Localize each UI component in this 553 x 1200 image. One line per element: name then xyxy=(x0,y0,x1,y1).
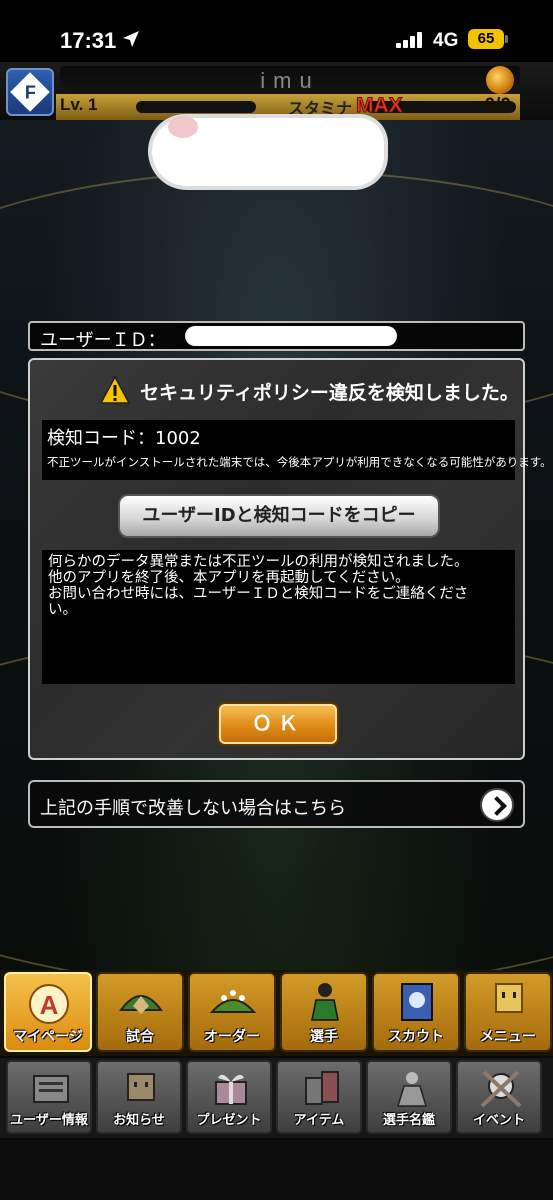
dialog-title: セキュリティポリシー違反を検知しました。 xyxy=(140,382,519,404)
chevron-right-icon[interactable] xyxy=(480,788,514,822)
submenu-directory[interactable]: 選手名鑑 xyxy=(366,1060,452,1134)
signal-icon xyxy=(396,32,426,48)
submenu-event[interactable]: イベント xyxy=(456,1060,542,1134)
battery-tip xyxy=(505,35,508,43)
user-info-icon xyxy=(33,1075,69,1103)
network-type: 4G xyxy=(433,30,459,51)
stadium-icon xyxy=(119,995,163,1014)
detection-code-box: 検知コード：1002 不正ツールがインストールされた端末では、今後本アプリが利用… xyxy=(42,420,552,480)
user-id-bar: ユーザーＩＤ： xyxy=(28,321,525,351)
max-label: MAX xyxy=(356,94,404,118)
coin-count: 0 xyxy=(530,73,553,95)
order-icon xyxy=(210,990,256,1013)
svg-text:A: A xyxy=(40,990,59,1020)
menu-icon xyxy=(495,983,523,1013)
warning-icon xyxy=(100,376,130,404)
menu-menu[interactable]: メニュー xyxy=(464,972,552,1052)
coin-icon xyxy=(486,66,514,94)
menu-order[interactable]: オーダー xyxy=(188,972,276,1052)
detection-code: 検知コード：1002 xyxy=(47,428,201,449)
submenu-present[interactable]: プレゼント xyxy=(186,1060,272,1134)
submenu-notice[interactable]: お知らせ xyxy=(96,1060,182,1134)
help-link[interactable]: 上記の手順で改善しない場合はこちら xyxy=(28,780,525,828)
player-name: imu xyxy=(260,68,320,93)
warning-note: 不正ツールがインストールされた端末では、今後本アプリが利用できなくなる可能性があ… xyxy=(47,455,552,469)
player-icon xyxy=(311,983,339,1021)
status-time: 17:31 xyxy=(60,28,117,53)
help-link-label: 上記の手順で改善しない場合はこちら xyxy=(40,798,346,819)
main-menu: A マイページ 試合 オーダー 選手 スカウト メニュー xyxy=(0,970,553,1056)
menu-game[interactable]: 試合 xyxy=(96,972,184,1052)
game-header: F imu 0 Lv. 1 スタミナ MAX 0/0 xyxy=(0,62,553,120)
user-id-label: ユーザーＩＤ： xyxy=(40,330,166,351)
mypage-icon: A xyxy=(29,984,69,1024)
player-name-bar: imu 0 xyxy=(60,66,520,94)
home-indicator-area xyxy=(0,1140,553,1200)
event-icon xyxy=(480,1070,522,1108)
stamina-count: 0/0 xyxy=(484,95,511,116)
message-line: 何らかのデータ異常または不正ツールの利用が検知されました。 xyxy=(48,554,469,570)
sub-menu: ユーザー情報 お知らせ プレゼント アイテム 選手名鑑 イベント xyxy=(0,1058,553,1138)
level-stamina-bar: Lv. 1 スタミナ MAX 0/0 xyxy=(56,94,520,120)
message-box: 何らかのデータ異常または不正ツールの利用が検知されました。 他のアプリを終了後、… xyxy=(42,550,515,684)
scout-icon xyxy=(401,983,433,1021)
directory-icon xyxy=(396,1072,428,1107)
stamina-label: スタミナ xyxy=(288,99,353,118)
user-id-redacted xyxy=(185,326,397,346)
level-gauge xyxy=(136,101,256,113)
ok-button[interactable]: ＯＫ xyxy=(217,702,339,746)
menu-mypage[interactable]: A マイページ xyxy=(4,972,92,1052)
battery-icon: 65 xyxy=(468,29,504,49)
location-arrow-icon xyxy=(123,31,139,47)
message-line: 他のアプリを終了後、本アプリを再起動してください。 xyxy=(48,570,410,586)
team-badge-icon[interactable]: F xyxy=(6,68,54,116)
present-icon xyxy=(215,1074,247,1105)
level-label: Lv. 1 xyxy=(60,95,98,114)
message-line: い。 xyxy=(48,602,77,618)
redacted-area xyxy=(152,116,384,186)
message-line: お問い合わせ時には、ユーザーＩＤと検知コードをご連絡くださ xyxy=(48,586,469,602)
security-dialog: セキュリティポリシー違反を検知しました。 検知コード：1002 不正ツールがイン… xyxy=(28,358,552,760)
item-icon xyxy=(305,1071,339,1105)
submenu-item[interactable]: アイテム xyxy=(276,1060,362,1134)
copy-id-code-button[interactable]: ユーザーIDと検知コードをコピー xyxy=(118,494,440,538)
menu-player[interactable]: 選手 xyxy=(280,972,368,1052)
notice-icon xyxy=(127,1073,155,1101)
menu-scout[interactable]: スカウト xyxy=(372,972,460,1052)
status-bar: 17:31 4G 65 xyxy=(0,0,553,62)
submenu-user-info[interactable]: ユーザー情報 xyxy=(6,1060,92,1134)
